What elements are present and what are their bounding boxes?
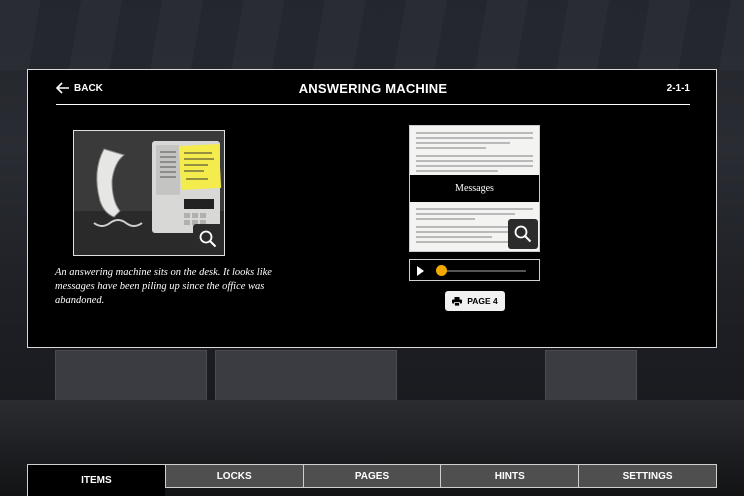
tab-items[interactable]: ITEMS (27, 464, 165, 496)
play-icon[interactable] (417, 266, 424, 276)
page-text-lines (416, 132, 533, 175)
magnifier-icon (199, 230, 217, 248)
item-description: An answering machine sits on the desk. I… (55, 267, 272, 306)
tab-pages[interactable]: PAGES (302, 464, 441, 488)
answering-machine-image[interactable] (73, 130, 225, 256)
item-detail-panel: BACK ANSWERING MACHINE 2-1-1 An answerin… (27, 69, 717, 348)
tab-locks[interactable]: LOCKS (164, 464, 303, 488)
panel-header: BACK ANSWERING MACHINE 2-1-1 (56, 80, 690, 105)
tab-hints[interactable]: HINTS (440, 464, 579, 488)
messages-label: Messages (410, 175, 539, 202)
audio-player (409, 259, 540, 281)
messages-page-preview[interactable]: Messages (409, 125, 540, 252)
zoom-image-button[interactable] (193, 224, 223, 254)
magnifier-icon (514, 225, 532, 243)
bottom-tab-bar: ITEMS LOCKS PAGES HINTS SETTINGS (27, 464, 717, 496)
ceiling (0, 0, 744, 70)
zoom-page-button[interactable] (508, 219, 538, 249)
printer-icon (452, 296, 463, 306)
page-title: ANSWERING MACHINE (298, 81, 448, 96)
tab-settings[interactable]: SETTINGS (578, 464, 717, 488)
print-page-button[interactable]: PAGE 4 (445, 291, 505, 311)
page-button-label: PAGE 4 (467, 296, 498, 306)
audio-progress-track[interactable] (438, 270, 526, 272)
item-code: 2-1-1 (666, 83, 690, 94)
audio-progress-knob[interactable] (436, 265, 447, 276)
